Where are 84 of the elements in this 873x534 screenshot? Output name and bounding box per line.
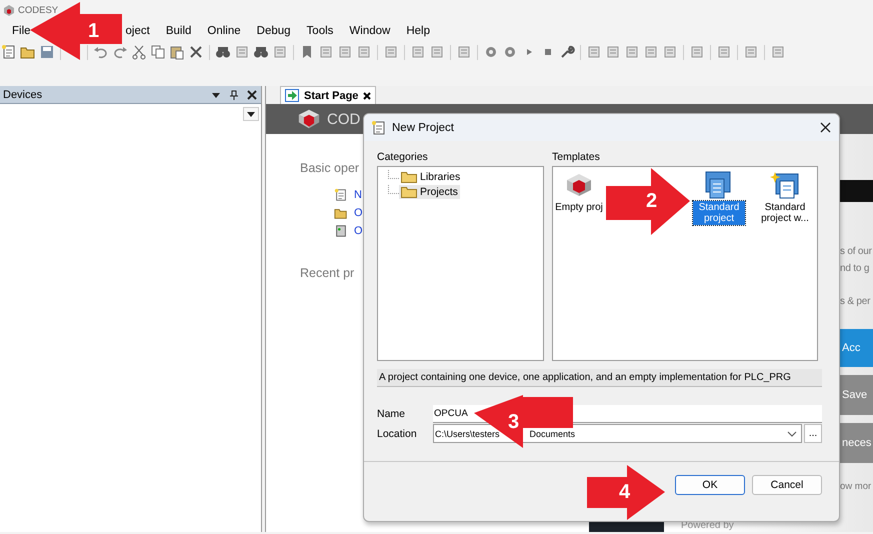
body-text: s of our — [840, 246, 873, 257]
toolbar-icon[interactable] — [743, 44, 759, 60]
body-text: nd to g — [840, 263, 870, 274]
menu-item[interactable]: Help — [406, 23, 430, 39]
scissors-icon[interactable] — [131, 44, 147, 60]
caret-icon[interactable] — [787, 430, 797, 438]
dialog-title: New Project — [392, 122, 455, 134]
new-file-icon[interactable] — [1, 44, 17, 60]
caret-icon — [247, 112, 255, 116]
template-item[interactable]: Empty proj — [554, 201, 604, 214]
redo-icon[interactable] — [112, 44, 128, 60]
accept-button[interactable]: Acc — [840, 329, 873, 367]
menu-item[interactable]: Debug — [256, 23, 291, 39]
toolbar-icon[interactable] — [605, 44, 621, 60]
copy-icon[interactable] — [150, 44, 166, 60]
pane-title: Devices — [3, 88, 44, 100]
delete-icon[interactable] — [188, 44, 204, 60]
browse-button[interactable]: ... — [804, 424, 822, 443]
toolbar-icon[interactable] — [356, 44, 372, 60]
new-file-icon — [371, 120, 387, 136]
field-label: Categories — [377, 151, 429, 163]
toolbar-icon[interactable] — [689, 44, 705, 60]
step-arrow: 4 — [587, 465, 665, 520]
link[interactable]: N — [354, 189, 362, 201]
template-item[interactable]: Standard project — [693, 201, 745, 225]
section-heading: Recent pr — [300, 266, 356, 280]
toolbar-icon[interactable] — [318, 44, 334, 60]
section-heading: Basic oper — [300, 161, 360, 175]
pin-icon[interactable] — [229, 90, 239, 100]
template-item[interactable]: Standard project w... — [755, 201, 815, 225]
toolbar-icon[interactable] — [716, 44, 732, 60]
paste-icon[interactable] — [169, 44, 185, 60]
toolbar-icon[interactable] — [643, 44, 659, 60]
toolbar-icon[interactable] — [429, 44, 445, 60]
ok-button[interactable]: OK — [675, 475, 745, 495]
arrow-page-icon — [285, 89, 299, 102]
toolbar-icon[interactable] — [662, 44, 678, 60]
window-title: CODESY — [18, 4, 58, 16]
new-file-icon[interactable] — [334, 188, 348, 202]
close-icon[interactable] — [247, 90, 257, 100]
toolbar-icon[interactable] — [586, 44, 602, 60]
field-label: Templates — [552, 151, 601, 163]
binoculars-icon[interactable] — [253, 44, 269, 60]
device-icon[interactable] — [334, 224, 348, 238]
toolbar-icon[interactable] — [456, 44, 472, 60]
cube-logo-icon — [296, 108, 322, 130]
menu-item[interactable]: Tools — [306, 23, 334, 39]
dropdown-button[interactable] — [243, 107, 259, 121]
link[interactable]: O — [354, 207, 363, 219]
banner-bar — [840, 180, 873, 202]
menu-item[interactable]: Online — [207, 23, 241, 39]
menu-item[interactable]: Build — [166, 23, 192, 39]
more-link[interactable]: ow mor — [840, 481, 873, 492]
brand-name: COD — [327, 110, 360, 128]
toolbar-icon[interactable] — [337, 44, 353, 60]
field-label: Name — [377, 408, 406, 420]
tree-item[interactable]: Projects — [399, 185, 460, 199]
windows-star-icon — [770, 171, 800, 199]
toolbar-icon[interactable] — [383, 44, 399, 60]
field-label: Location — [377, 428, 418, 440]
toolbar-icon[interactable] — [410, 44, 426, 60]
tree-item[interactable]: Libraries — [399, 170, 462, 184]
close-icon — [820, 122, 830, 133]
toolbar-icon[interactable] — [624, 44, 640, 60]
folder-icon — [401, 186, 417, 198]
app-logo-icon — [3, 4, 15, 16]
menu-item[interactable]: Window — [349, 23, 390, 39]
description-text: A project containing one device, one application, and an empty implementation for PLC_PRG — [377, 369, 822, 387]
editor-tab[interactable]: Start Page — [280, 86, 376, 104]
save-icon[interactable] — [39, 44, 55, 60]
menu-item[interactable]: oject — [126, 23, 150, 39]
cancel-button[interactable]: Cancel — [752, 475, 822, 495]
menu-item[interactable]: File — [12, 23, 31, 39]
folder-icon[interactable] — [334, 206, 348, 220]
body-text: s & per — [840, 296, 872, 307]
step-arrow: 2 — [606, 168, 690, 235]
close-icon[interactable] — [363, 92, 372, 100]
undo-icon[interactable] — [93, 44, 109, 60]
wrench-icon[interactable] — [559, 44, 575, 60]
link[interactable]: O — [354, 225, 363, 237]
binoculars-icon[interactable] — [215, 44, 231, 60]
cube-icon — [564, 171, 594, 199]
toolbar-icon[interactable] — [770, 44, 786, 60]
folder-icon — [401, 171, 417, 183]
